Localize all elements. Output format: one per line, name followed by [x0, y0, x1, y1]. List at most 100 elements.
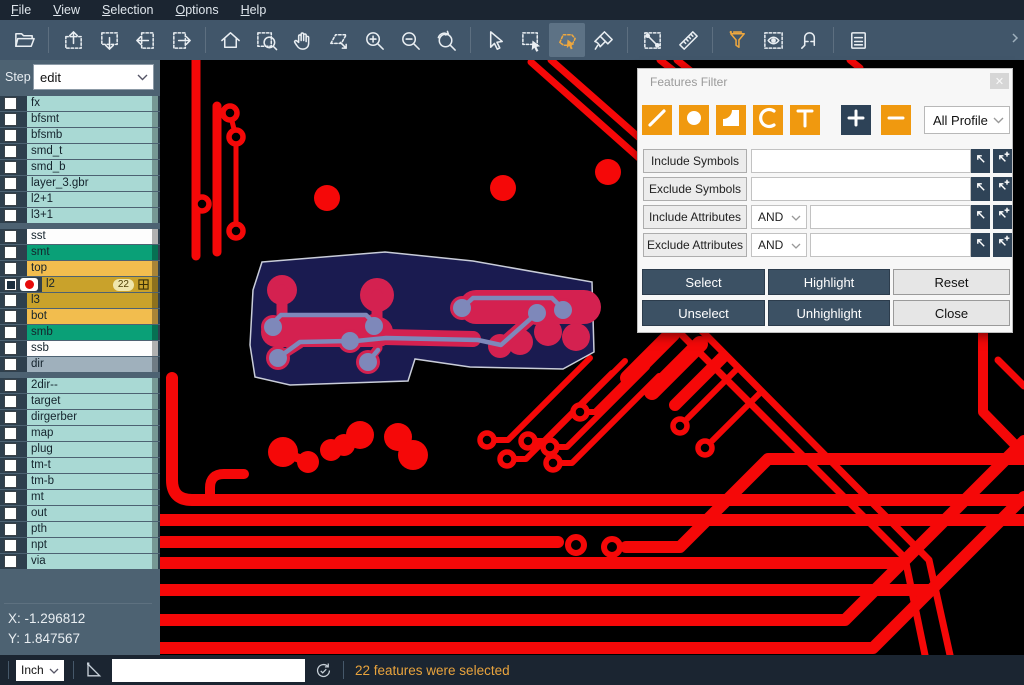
filter-type-arc-button[interactable] [753, 105, 783, 135]
layer-checkbox[interactable] [4, 443, 17, 456]
select-features-arrow-button[interactable] [971, 205, 990, 229]
angle-measure-icon[interactable] [83, 660, 103, 680]
layer-name-cell[interactable]: l222 [42, 277, 152, 292]
pan-up-button[interactable] [55, 23, 91, 57]
layer-name-cell[interactable]: mt [27, 490, 152, 505]
add-features-arrow-button[interactable] [993, 233, 1012, 257]
add-features-arrow-button[interactable] [993, 177, 1012, 201]
layer-row-tm-b[interactable]: tm-b [0, 474, 160, 489]
unit-select[interactable]: Inch [16, 660, 64, 681]
layer-checkbox[interactable] [4, 411, 17, 424]
layer-name-cell[interactable]: smd_b [27, 160, 152, 175]
layer-row-smt[interactable]: smt [0, 245, 160, 260]
select-features-arrow-button[interactable] [971, 177, 990, 201]
logic-operator-select[interactable]: AND [751, 205, 807, 229]
layer-name-cell[interactable]: via [27, 554, 152, 569]
pan-down-button[interactable] [91, 23, 127, 57]
filter-type-line-button[interactable] [642, 105, 672, 135]
pan-right-button[interactable] [163, 23, 199, 57]
layer-name-cell[interactable]: l2+1 [27, 192, 152, 207]
include-attributes-button[interactable]: Include Attributes [643, 205, 747, 229]
layer-name-cell[interactable]: l3 [27, 293, 152, 308]
layer-row-out[interactable]: out [0, 506, 160, 521]
layer-row-dir[interactable]: dir [0, 357, 160, 372]
menu-selection[interactable]: Selection [91, 0, 164, 20]
profile-select[interactable]: All Profile [924, 106, 1010, 134]
layer-row-smd_t[interactable]: smd_t [0, 144, 160, 159]
select-rectangle-button[interactable] [513, 23, 549, 57]
layer-checkbox[interactable] [4, 507, 17, 520]
layer-row-tm-t[interactable]: tm-t [0, 458, 160, 473]
layer-checkbox[interactable] [4, 129, 17, 142]
layer-checkbox[interactable] [4, 209, 17, 222]
command-input[interactable] [112, 659, 305, 682]
layer-checkbox[interactable] [4, 310, 17, 323]
logic-operator-select[interactable]: AND [751, 233, 807, 257]
layer-name-cell[interactable]: map [27, 426, 152, 441]
layer-checkbox[interactable] [4, 459, 17, 472]
layer-checkbox[interactable] [4, 523, 17, 536]
unselect-button[interactable]: Unselect [642, 300, 765, 326]
close-icon[interactable]: ✕ [990, 73, 1009, 89]
layer-checkbox[interactable] [4, 262, 17, 275]
layer-checkbox[interactable] [4, 246, 17, 259]
layer-row-pth[interactable]: pth [0, 522, 160, 537]
layer-checkbox[interactable] [4, 491, 17, 504]
layer-row-mt[interactable]: mt [0, 490, 160, 505]
include-symbols-button[interactable]: Include Symbols [643, 149, 747, 173]
select-features-arrow-button[interactable] [971, 233, 990, 257]
include-attributes-input[interactable] [810, 205, 971, 229]
layer-name-cell[interactable]: pth [27, 522, 152, 537]
zoom-dynamic-button[interactable] [320, 23, 356, 57]
include-symbols-input[interactable] [751, 149, 971, 173]
pan-left-button[interactable] [127, 23, 163, 57]
layer-name-cell[interactable]: tm-b [27, 474, 152, 489]
layer-checkbox[interactable] [4, 427, 17, 440]
layer-row-bfsmt[interactable]: bfsmt [0, 112, 160, 127]
exclude-symbols-input[interactable] [751, 177, 971, 201]
layer-row-via[interactable]: via [0, 554, 160, 569]
layer-checkbox[interactable] [4, 193, 17, 206]
layer-checkbox[interactable] [4, 342, 17, 355]
filter-type-text-button[interactable] [790, 105, 820, 135]
toolbar-overflow-icon[interactable] [1010, 31, 1020, 49]
exclude-symbols-button[interactable]: Exclude Symbols [643, 177, 747, 201]
layer-checkbox[interactable] [4, 230, 17, 243]
filter-type-pad-button[interactable] [679, 105, 709, 135]
filter-type-plus-button[interactable] [841, 105, 871, 135]
active-layer-indicator[interactable] [20, 278, 38, 291]
home-view-button[interactable] [212, 23, 248, 57]
layer-name-cell[interactable]: dirgerber [27, 410, 152, 425]
reset-button[interactable]: Reset [893, 269, 1010, 295]
layer-row-l2+1[interactable]: l2+1 [0, 192, 160, 207]
layer-row-map[interactable]: map [0, 426, 160, 441]
refresh-check-icon[interactable] [314, 661, 333, 680]
layer-name-cell[interactable]: layer_3.gbr [27, 176, 152, 191]
select-pointer-button[interactable] [477, 23, 513, 57]
close-button[interactable]: Close [893, 300, 1010, 326]
layer-row-target[interactable]: target [0, 394, 160, 409]
add-features-arrow-button[interactable] [993, 205, 1012, 229]
layer-checkbox[interactable] [4, 294, 17, 307]
layer-row-fx[interactable]: fx [0, 96, 160, 111]
zoom-in-button[interactable] [356, 23, 392, 57]
report-list-button[interactable] [840, 23, 876, 57]
layer-checkbox[interactable] [4, 161, 17, 174]
zoom-previous-button[interactable] [428, 23, 464, 57]
filter-type-surface-button[interactable] [716, 105, 746, 135]
layer-row-l3[interactable]: l3 [0, 293, 160, 308]
layer-name-cell[interactable]: smd_t [27, 144, 152, 159]
zoom-out-button[interactable] [392, 23, 428, 57]
layer-name-cell[interactable]: target [27, 394, 152, 409]
layer-name-cell[interactable]: bot [27, 309, 152, 324]
layer-checkbox[interactable] [4, 358, 17, 371]
layer-row-bfsmb[interactable]: bfsmb [0, 128, 160, 143]
layer-row-l2[interactable]: l222 [0, 277, 160, 292]
menu-file[interactable]: File [0, 0, 42, 20]
layer-checkbox[interactable] [4, 145, 17, 158]
zoom-area-button[interactable] [248, 23, 284, 57]
view-options-button[interactable] [755, 23, 791, 57]
layer-row-bot[interactable]: bot [0, 309, 160, 324]
layer-checkbox[interactable] [4, 113, 17, 126]
layer-row-plug[interactable]: plug [0, 442, 160, 457]
